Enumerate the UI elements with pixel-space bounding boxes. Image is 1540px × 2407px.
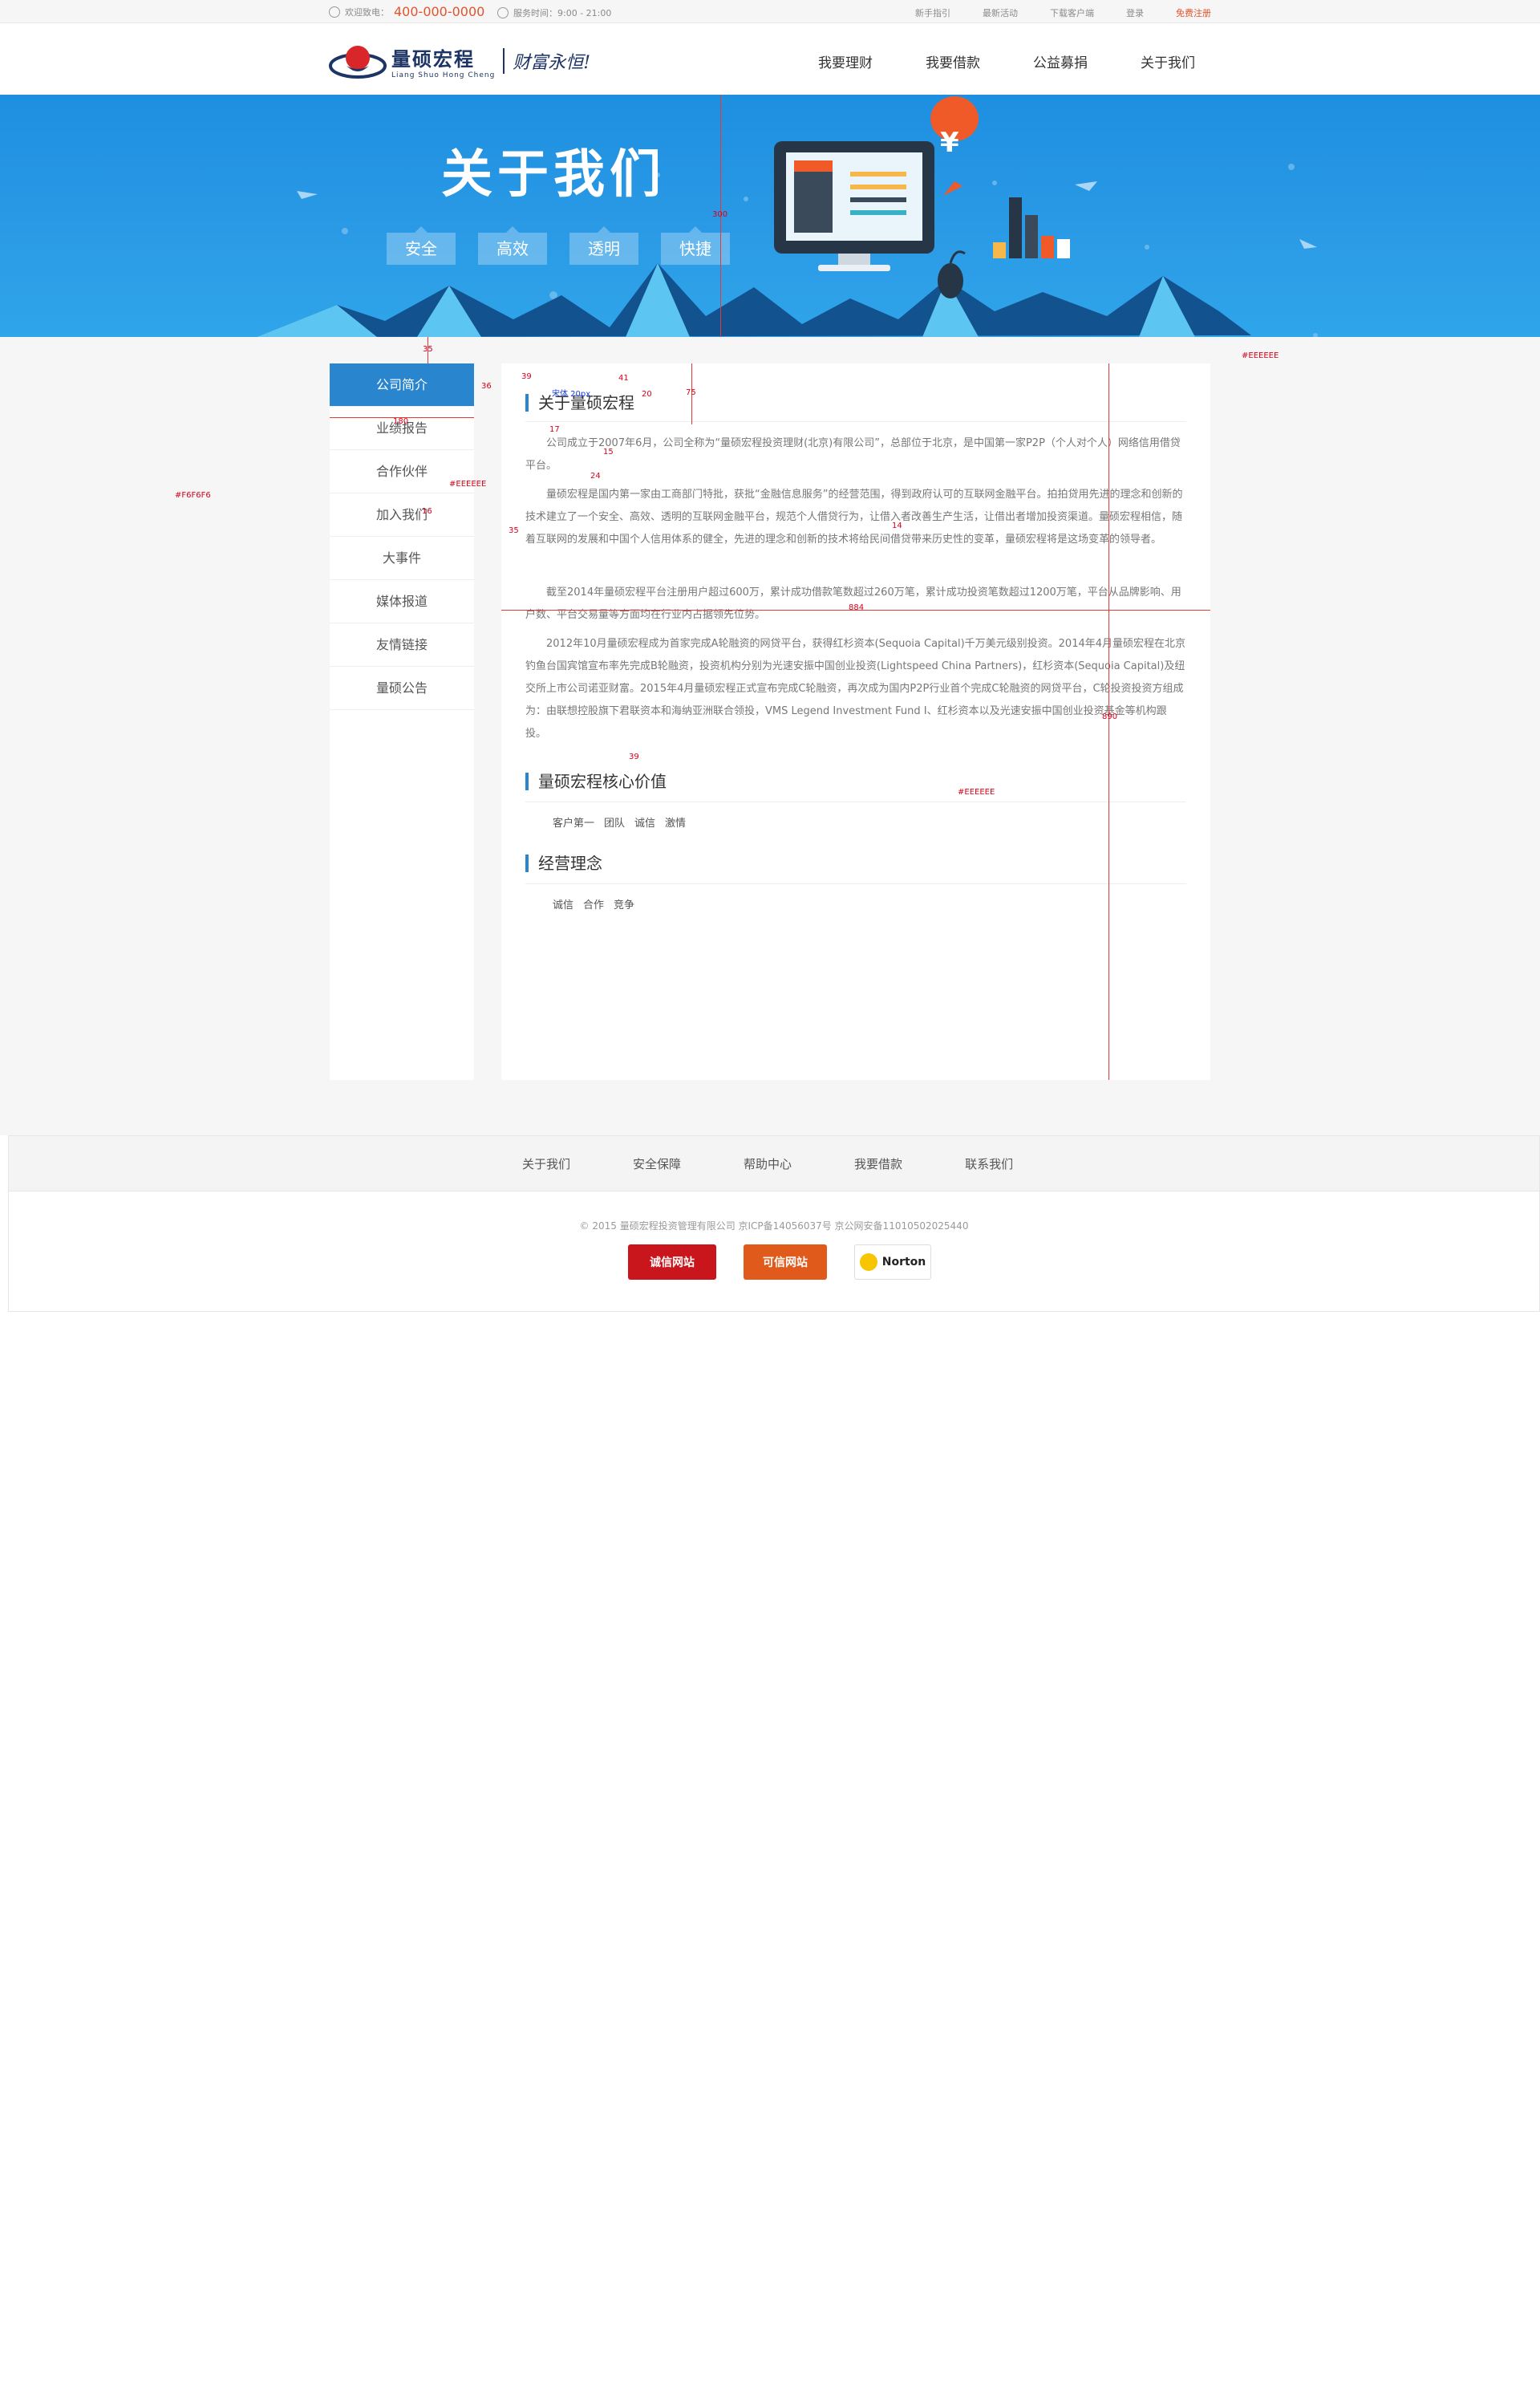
footer-link-security[interactable]: 安全保障 xyxy=(633,1155,681,1172)
logo-text: 量硕宏程 Liang Shuo Hong Cheng xyxy=(391,43,495,79)
color-label: #F6F6F6 xyxy=(175,491,211,500)
measure-label: 24 xyxy=(590,472,601,481)
logo-cn: 量硕宏程 xyxy=(391,47,475,71)
hotline: 欢迎致电： 400-000-0000 xyxy=(329,4,484,19)
footer-link-contact[interactable]: 联系我们 xyxy=(965,1155,1013,1172)
measure-label: 14 xyxy=(892,522,902,530)
value-item: 客户第一 xyxy=(553,818,595,830)
logo[interactable]: 量硕宏程 Liang Shuo Hong Cheng 财富永恒! xyxy=(329,42,590,80)
footer-link-borrow[interactable]: 我要借款 xyxy=(854,1155,902,1172)
yen-icon: ¥ xyxy=(940,127,959,159)
measure-label: 20 xyxy=(642,390,652,399)
trust-badges: 诚信网站 可信网站 Norton xyxy=(628,1244,931,1280)
main-nav: 我要理财 我要借款 公益募捐 关于我们 xyxy=(818,51,1195,71)
sidebar-item-links[interactable]: 友情链接 xyxy=(330,623,474,667)
main-content: 关于量硕宏程 公司成立于2007年6月，公司全称为“量硕宏程投资理财(北京)有限… xyxy=(501,363,1210,1080)
color-label: #EEEEEE xyxy=(449,480,487,489)
banner: ¥ 关于我们 安全 高效 透明 快捷 xyxy=(0,95,1540,337)
newbie-guide-link[interactable]: 新手指引 xyxy=(915,6,950,19)
measure-label: 300 xyxy=(712,210,728,219)
footer-nav: 关于我们 安全保障 帮助中心 我要借款 联系我们 xyxy=(8,1135,1540,1191)
sidebar-item-notices[interactable]: 量硕公告 xyxy=(330,667,474,710)
sidebar-item-events[interactable]: 大事件 xyxy=(330,537,474,580)
nav-invest[interactable]: 我要理财 xyxy=(818,51,873,71)
paragraph-1: 公司成立于2007年6月，公司全称为“量硕宏程投资理财(北京)有限公司”，总部位… xyxy=(525,437,1181,472)
footer-links: 关于我们 安全保障 帮助中心 我要借款 联系我们 xyxy=(522,1155,1013,1172)
measure-label: 35 xyxy=(509,526,519,535)
section-divider xyxy=(525,421,1186,422)
section-divider xyxy=(525,883,1186,884)
login-link[interactable]: 登录 xyxy=(1126,6,1144,19)
header: 量硕宏程 Liang Shuo Hong Cheng 财富永恒! 我要理财 我要… xyxy=(0,24,1540,95)
badge-label: 诚信网站 xyxy=(650,1256,695,1269)
phone-icon xyxy=(329,6,340,18)
tag-transparent: 透明 xyxy=(569,226,638,265)
sidebar-item-performance[interactable]: 业绩报告 xyxy=(330,407,474,450)
sidebar: 公司简介 业绩报告 合作伙伴 加入我们 大事件 媒体报道 友情链接 量硕公告 xyxy=(330,363,474,1080)
measure-label: 180 xyxy=(393,417,409,426)
hotline-label: 欢迎致电： xyxy=(345,6,389,18)
idea-item: 合作 xyxy=(583,899,605,911)
value-item: 激情 xyxy=(665,818,687,830)
font-label: 宋体 20px xyxy=(552,390,591,399)
top-bar: 欢迎致电： 400-000-0000 服务时间：9:00 - 21:00 新手指… xyxy=(0,0,1540,23)
hotline-number: 400-000-0000 xyxy=(394,4,485,19)
tag-efficient: 高效 xyxy=(478,226,547,265)
download-client-link[interactable]: 下载客户端 xyxy=(1050,6,1094,19)
measure-label: 884 xyxy=(849,603,865,612)
section-title-core-values: 量硕宏程核心价值 xyxy=(525,773,667,790)
sidebar-item-join-us[interactable]: 加入我们 xyxy=(330,493,474,537)
register-link[interactable]: 免费注册 xyxy=(1176,6,1211,19)
clock-icon xyxy=(497,7,509,18)
paragraph-2: 量硕宏程是国内第一家由工商部门特批，获批“金融信息服务”的经营范围，得到政府认可… xyxy=(525,489,1183,546)
value-item: 诚信 xyxy=(634,818,656,830)
core-values-list: 客户第一 团队 诚信 激情 xyxy=(553,814,686,830)
footer-link-about[interactable]: 关于我们 xyxy=(522,1155,570,1172)
measure-label: 39 xyxy=(521,372,532,381)
measure-label: 75 xyxy=(686,388,696,397)
nav-about[interactable]: 关于我们 xyxy=(1141,51,1195,71)
hours-text: 服务时间：9:00 - 21:00 xyxy=(513,8,612,18)
banner-decoration xyxy=(257,96,1318,337)
measure-label: 36 xyxy=(481,382,492,391)
measure-label: 35 xyxy=(423,345,433,354)
badge-credit-site[interactable]: 诚信网站 xyxy=(628,1244,716,1280)
measure-label: 41 xyxy=(618,374,629,383)
badge-label: Norton xyxy=(881,1256,926,1268)
footer-link-help[interactable]: 帮助中心 xyxy=(744,1155,792,1172)
badge-label: 可信网站 xyxy=(763,1256,808,1269)
logo-slogan: 财富永恒! xyxy=(503,48,590,74)
badge-norton[interactable]: Norton xyxy=(854,1244,931,1280)
nav-borrow[interactable]: 我要借款 xyxy=(926,51,980,71)
footer-bottom: © 2015 量硕宏程投资管理有限公司 京ICP备14056037号 京公网安备… xyxy=(8,1191,1540,1312)
measure-label: 890 xyxy=(1102,712,1118,721)
paragraph-4: 2012年10月量硕宏程成为首家完成A轮融资的网贷平台，获得红杉资本(Sequo… xyxy=(525,638,1186,740)
sidebar-item-media[interactable]: 媒体报道 xyxy=(330,580,474,623)
idea-item: 诚信 xyxy=(553,899,574,911)
color-label: #EEEEEE xyxy=(1242,351,1279,360)
latest-events-link[interactable]: 最新活动 xyxy=(983,6,1018,19)
banner-tags: 安全 高效 透明 快捷 xyxy=(387,226,730,265)
badge-trusted-site[interactable]: 可信网站 xyxy=(744,1244,827,1280)
philosophy-list: 诚信 合作 竞争 xyxy=(553,896,634,911)
idea-item: 竞争 xyxy=(614,899,635,911)
logo-pinyin: Liang Shuo Hong Cheng xyxy=(391,71,496,79)
measure-label: 15 xyxy=(603,448,614,457)
section-title-philosophy: 经营理念 xyxy=(525,854,602,872)
norton-check-icon xyxy=(859,1253,877,1271)
measure-line xyxy=(1108,363,1109,1080)
service-hours: 服务时间：9:00 - 21:00 xyxy=(497,6,611,19)
measure-label: 39 xyxy=(629,753,639,761)
top-links: 新手指引 最新活动 下载客户端 登录 免费注册 xyxy=(915,6,1211,19)
nav-charity[interactable]: 公益募捐 xyxy=(1033,51,1088,71)
copyright: © 2015 量硕宏程投资管理有限公司 京ICP备14056037号 京公网安备… xyxy=(579,1220,969,1232)
logo-mark-icon xyxy=(329,42,387,80)
color-label: #EEEEEE xyxy=(958,788,995,797)
value-item: 团队 xyxy=(604,818,626,830)
tag-safe: 安全 xyxy=(387,226,456,265)
measure-label: 16 xyxy=(422,507,432,516)
sidebar-item-company-intro[interactable]: 公司简介 xyxy=(330,363,474,407)
banner-title: 关于我们 xyxy=(441,145,666,205)
measure-label: 17 xyxy=(549,425,560,434)
